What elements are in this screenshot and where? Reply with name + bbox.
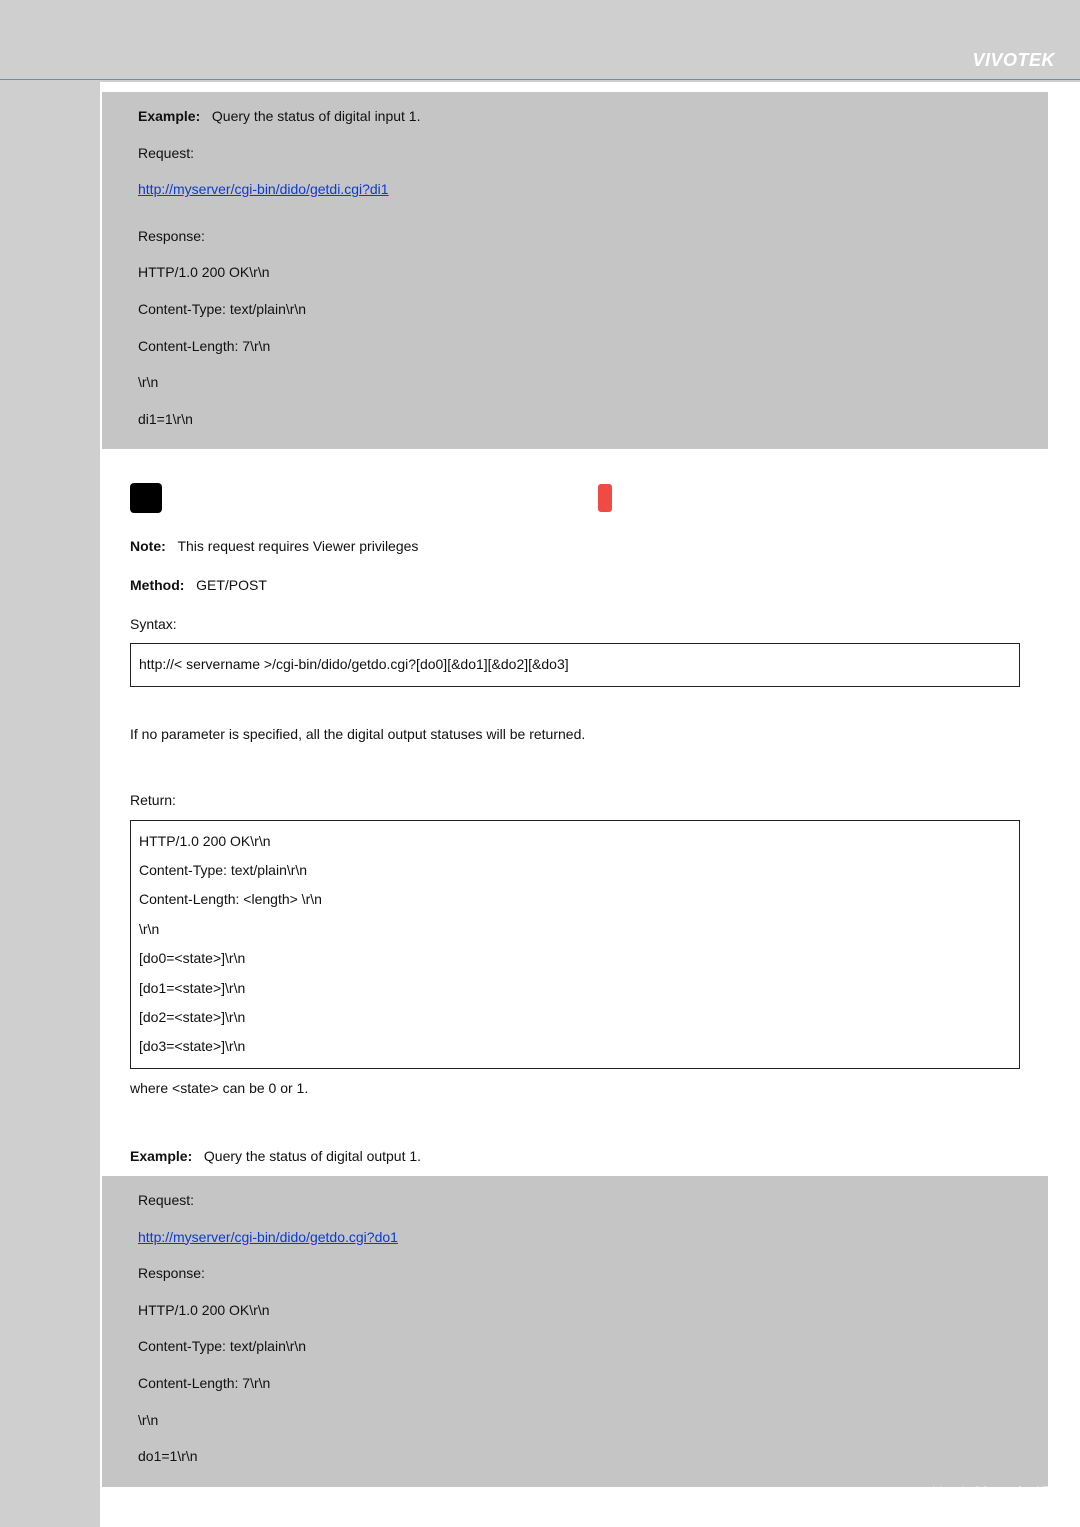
example2-response-label: Response:: [112, 1255, 1038, 1292]
example2-resp-line0: HTTP/1.0 200 OK\r\n: [112, 1292, 1038, 1329]
method-text: GET/POST: [196, 577, 267, 593]
brand-label: VIVOTEK: [972, 50, 1055, 71]
note-label: Note:: [130, 538, 166, 554]
example2-request-label: Request:: [112, 1182, 1038, 1219]
example2-resp-line2: Content-Length: 7\r\n: [112, 1365, 1038, 1402]
example2-resp-line3: \r\n: [112, 1402, 1038, 1439]
return-line7: [do3=<state>]\r\n: [139, 1032, 1011, 1061]
return-line0: HTTP/1.0 200 OK\r\n: [139, 827, 1011, 856]
example1-resp-line0: HTTP/1.0 200 OK\r\n: [112, 254, 1038, 291]
return-line5: [do1=<state>]\r\n: [139, 974, 1011, 1003]
return-label: Return:: [130, 781, 1020, 820]
return-box: HTTP/1.0 200 OK\r\n Content-Type: text/p…: [130, 820, 1020, 1069]
method-label: Method:: [130, 577, 184, 593]
example2-resp-line4: do1=1\r\n: [112, 1438, 1038, 1475]
section-title-row: [130, 483, 1020, 513]
glyph-icon-red: [598, 484, 612, 512]
return-line1: Content-Type: text/plain\r\n: [139, 856, 1011, 885]
return-line6: [do2=<state>]\r\n: [139, 1003, 1011, 1032]
example1-desc: Query the status of digital input 1.: [212, 108, 421, 124]
example1-request-label: Request:: [112, 135, 1038, 172]
page-header: VIVOTEK: [0, 0, 1080, 80]
page-footer: User's Manual - 157: [931, 1483, 1056, 1499]
return-line2: Content-Length: <length> \r\n: [139, 885, 1011, 914]
syntax-box: http://< servername >/cgi-bin/dido/getdo…: [130, 643, 1020, 686]
example1-resp-line3: \r\n: [112, 364, 1038, 401]
example2-block: Request: http://myserver/cgi-bin/dido/ge…: [102, 1176, 1048, 1487]
example1-label: Example:: [138, 108, 200, 124]
syntax-line: http://< servername >/cgi-bin/dido/getdo…: [139, 656, 569, 672]
example2-request-link[interactable]: http://myserver/cgi-bin/dido/getdo.cgi?d…: [138, 1229, 398, 1245]
example1-response-label: Response:: [112, 218, 1038, 255]
example1-resp-line1: Content-Type: text/plain\r\n: [112, 291, 1038, 328]
page-body: Example: Query the status of digital inp…: [100, 82, 1080, 1527]
return-line4: [do0=<state>]\r\n: [139, 944, 1011, 973]
glyph-icon: [130, 483, 162, 513]
noparam-text: If no parameter is specified, all the di…: [130, 715, 1020, 754]
syntax-label: Syntax:: [130, 605, 1020, 644]
note-text: This request requires Viewer privileges: [177, 538, 418, 554]
example1-request-link[interactable]: http://myserver/cgi-bin/dido/getdi.cgi?d…: [138, 181, 389, 197]
return-line3: \r\n: [139, 915, 1011, 944]
example2-label: Example:: [130, 1148, 192, 1164]
example1-block: Example: Query the status of digital inp…: [102, 92, 1048, 449]
example2-resp-line1: Content-Type: text/plain\r\n: [112, 1328, 1038, 1365]
where-text: where <state> can be 0 or 1.: [130, 1069, 1020, 1108]
example1-resp-line4: di1=1\r\n: [112, 401, 1038, 438]
example1-resp-line2: Content-Length: 7\r\n: [112, 328, 1038, 365]
example2-desc: Query the status of digital output 1.: [204, 1148, 421, 1164]
